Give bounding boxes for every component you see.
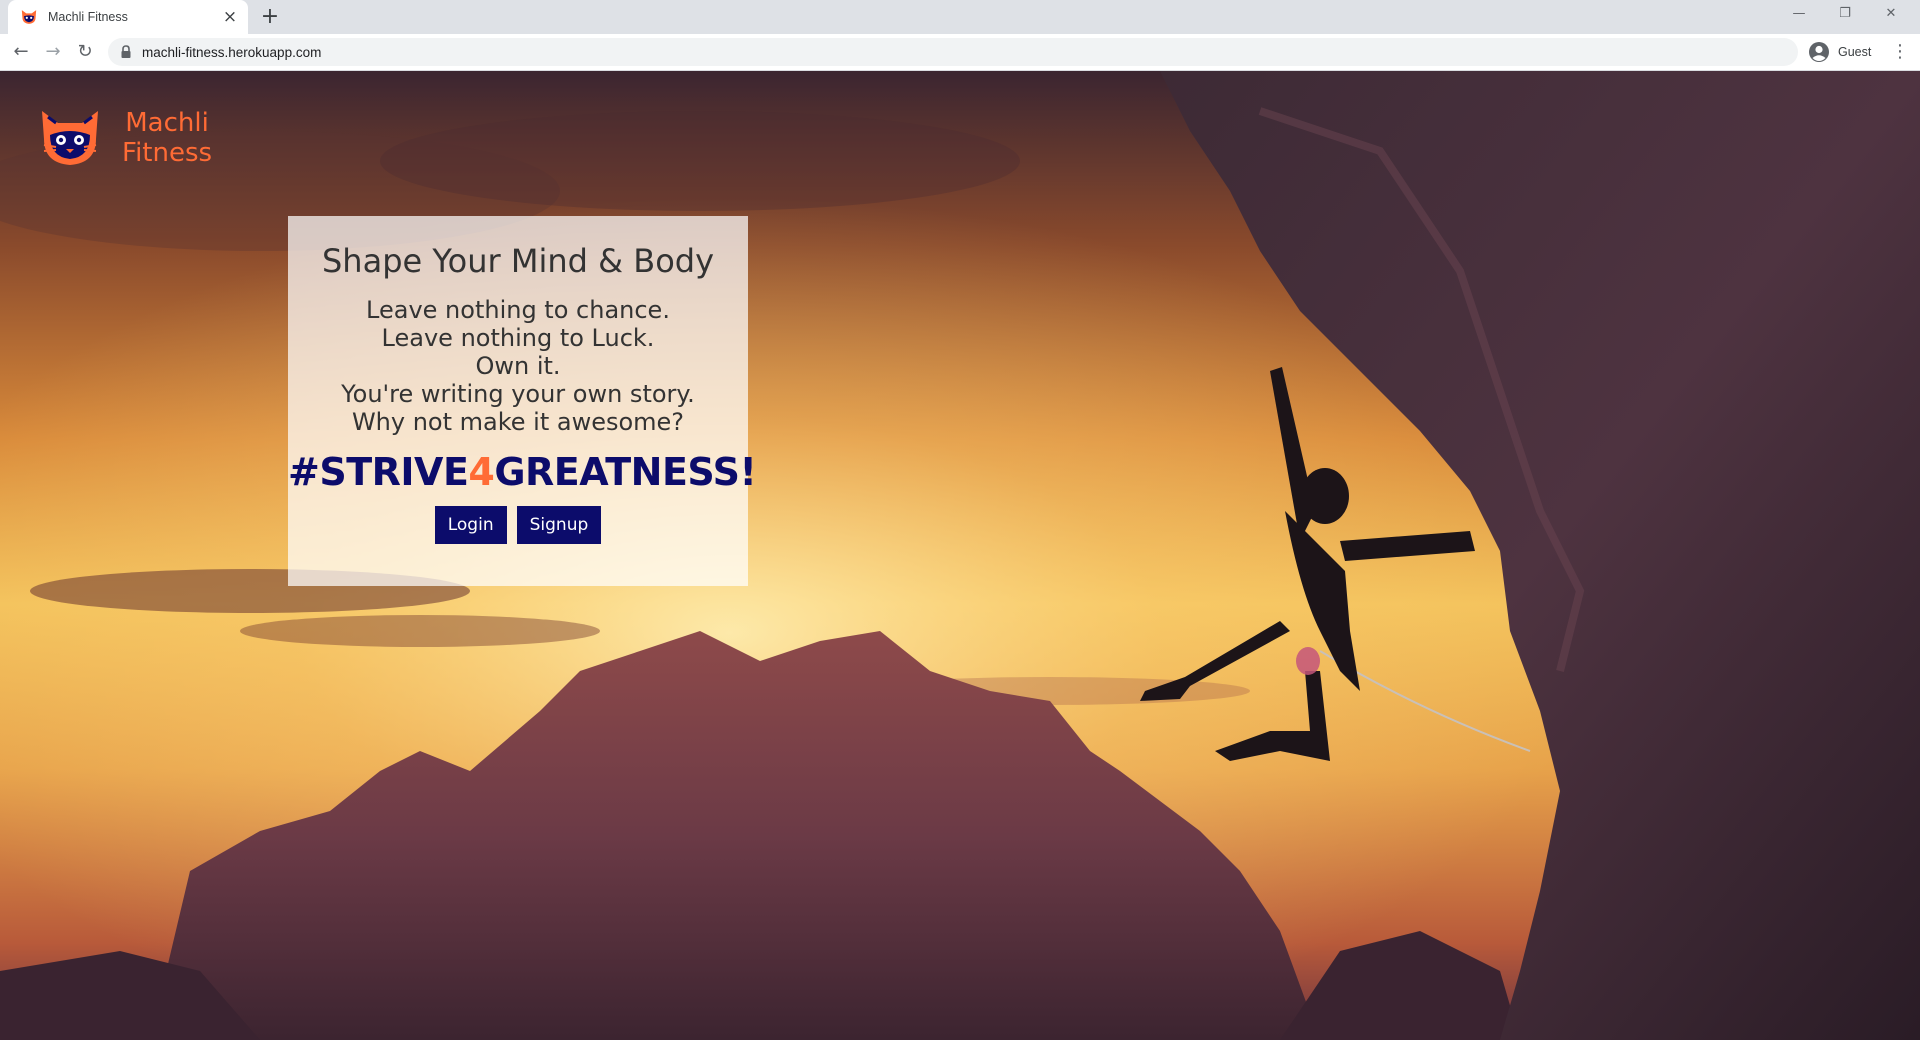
tagline-prefix: #STRIVE <box>288 450 469 494</box>
brand-name-line1: Machli <box>125 108 209 138</box>
restore-icon[interactable]: ❐ <box>1822 0 1868 30</box>
profile-button[interactable]: Guest <box>1806 38 1888 66</box>
browser-toolbar: ← → ↻ machli-fitness.herokuapp.com Guest… <box>0 34 1920 71</box>
hero-tagline: #STRIVE4GREATNESS! <box>288 450 757 494</box>
brand-name: Machli Fitness <box>122 108 212 168</box>
profile-label: Guest <box>1838 45 1872 59</box>
account-circle-icon <box>1809 42 1829 62</box>
browser-menu-icon[interactable]: ⋮ <box>1890 39 1910 65</box>
back-icon[interactable]: ← <box>8 39 34 65</box>
forward-icon[interactable]: → <box>40 39 66 65</box>
browser-tab[interactable]: Machli Fitness × <box>8 0 248 34</box>
login-button[interactable]: Login <box>434 506 507 544</box>
brand-home-link[interactable]: Machli Fitness <box>38 107 212 169</box>
hero-line: You're writing your own story. <box>341 380 695 408</box>
hero-title: Shape Your Mind & Body <box>321 242 715 280</box>
lock-icon <box>121 45 131 58</box>
hero-line: Own it. <box>475 352 561 380</box>
hero-line: Leave nothing to chance. <box>366 296 670 324</box>
tagline-number: 4 <box>468 450 495 494</box>
hero-actions: Login Signup <box>288 506 748 544</box>
url-text: machli-fitness.herokuapp.com <box>142 44 322 60</box>
signup-button[interactable]: Signup <box>516 506 602 544</box>
browser-tab-strip: Machli Fitness × + — ❐ ✕ <box>0 0 1920 34</box>
page-viewport: Machli Fitness Shape Your Mind & Body Le… <box>0 71 1920 1040</box>
hero-line: Leave nothing to Luck. <box>381 324 655 352</box>
tagline-suffix: GREATNESS! <box>494 450 757 494</box>
address-bar[interactable]: machli-fitness.herokuapp.com <box>108 38 1798 66</box>
machli-cat-logo <box>42 111 98 165</box>
window-close-icon[interactable]: ✕ <box>1868 0 1914 30</box>
hero-card: Shape Your Mind & Body Leave nothing to … <box>288 216 757 586</box>
brand-name-line2: Fitness <box>122 138 213 168</box>
minimize-icon[interactable]: — <box>1776 0 1822 30</box>
machli-cat-icon <box>21 10 37 24</box>
hero-motto: Leave nothing to chance. Leave nothing t… <box>288 296 748 436</box>
hero-line: Why not make it awesome? <box>351 408 685 436</box>
reload-icon[interactable]: ↻ <box>72 39 98 65</box>
tab-close-icon[interactable]: × <box>220 7 240 27</box>
tab-title: Machli Fitness <box>48 10 128 24</box>
new-tab-icon[interactable]: + <box>258 6 282 30</box>
